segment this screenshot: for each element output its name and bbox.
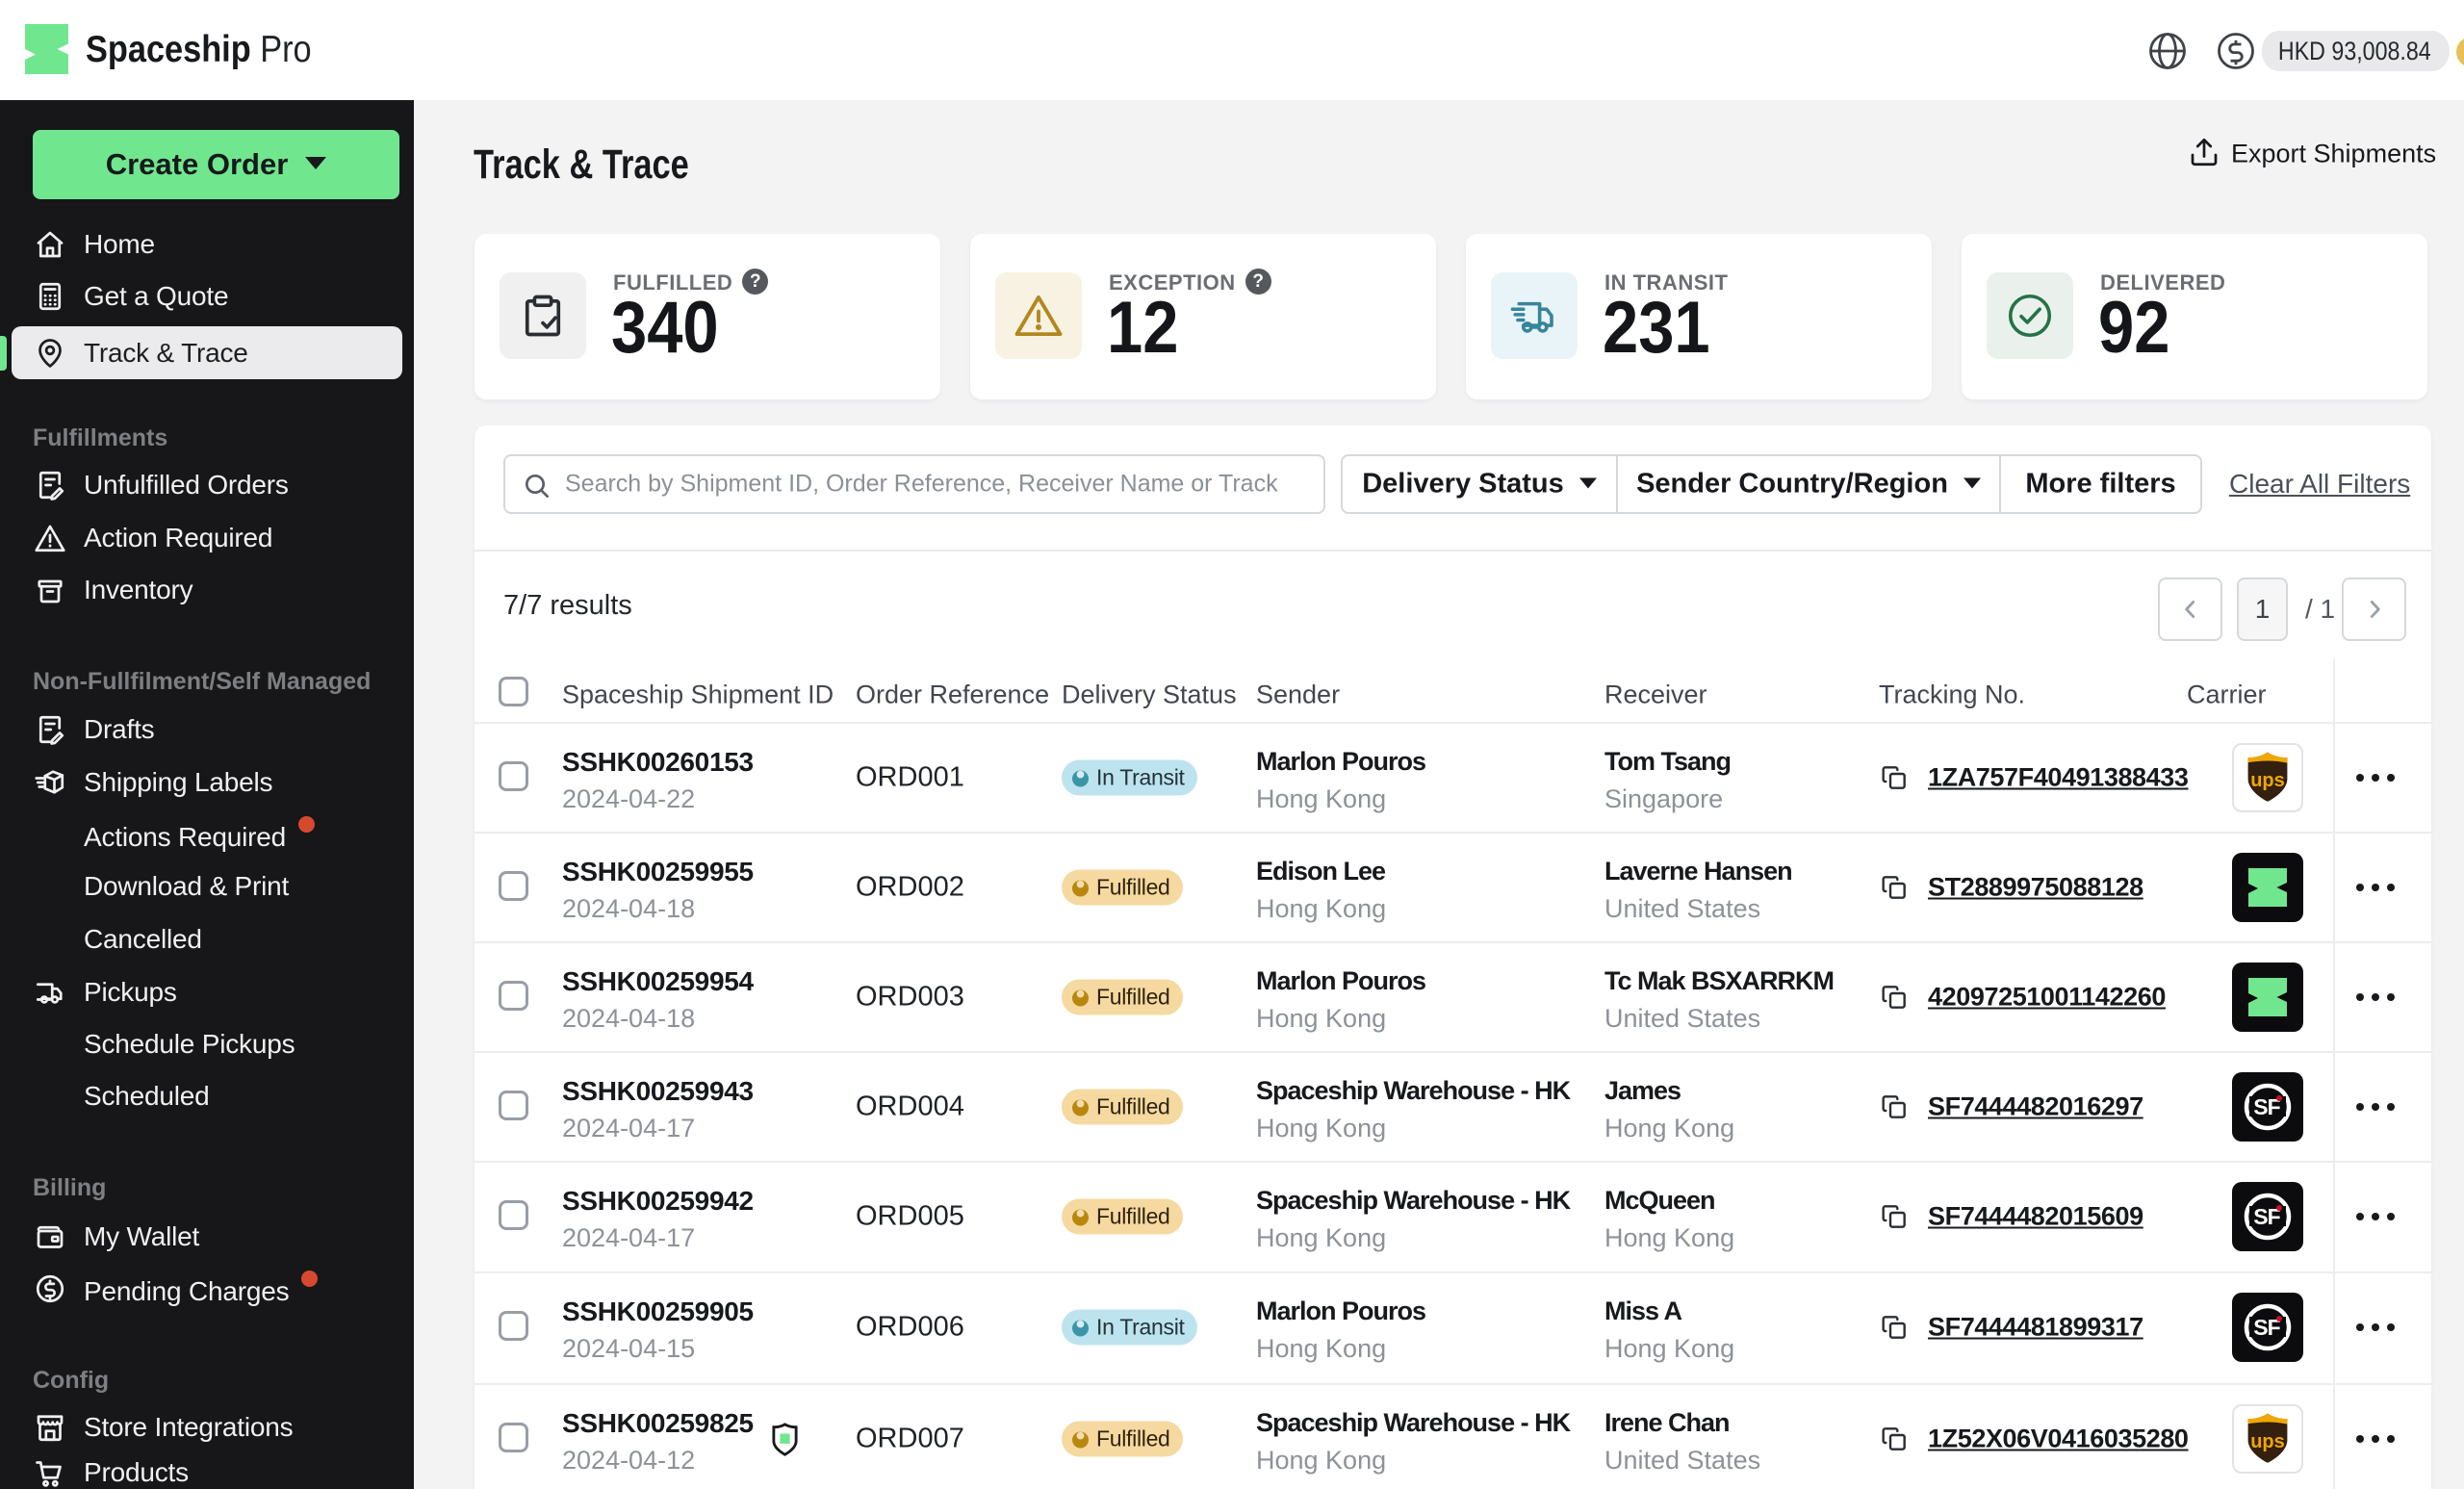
svg-text:ups: ups	[2250, 1431, 2285, 1452]
svg-text:ups: ups	[2250, 770, 2285, 791]
